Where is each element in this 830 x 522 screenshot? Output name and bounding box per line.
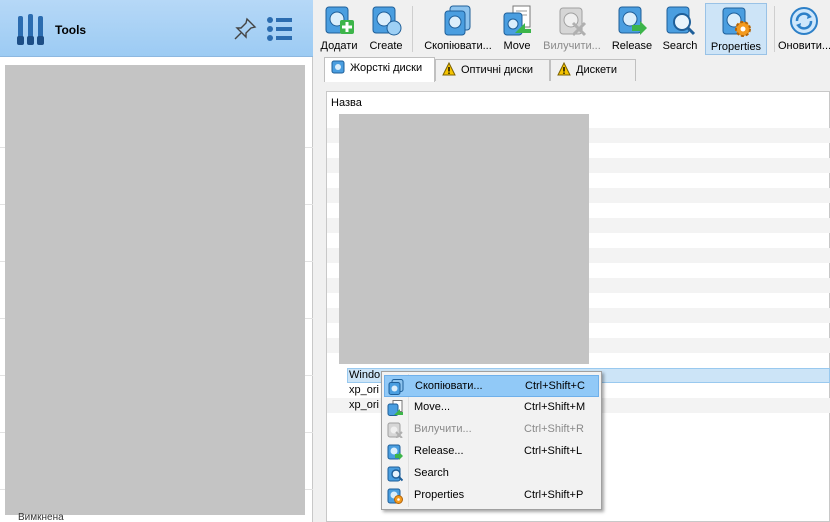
app-window: Tools Вимкнена Додати Create Скопіювати.… [0,0,830,522]
search-button[interactable]: Search [660,3,700,55]
release-button-label: Release [611,40,653,52]
remove-disk-icon [559,7,587,37]
tab-floppy-disks[interactable]: Дискети [550,59,636,81]
add-button[interactable]: Додати [317,3,361,55]
hard-disk-icon [331,60,345,74]
properties-disk-icon [722,7,751,37]
tools-header[interactable]: Tools [0,0,313,57]
move-disk-icon [387,400,403,416]
add-disk-icon [325,6,354,34]
tools-title: Tools [55,23,87,37]
context-menu: Скопіювати... Ctrl+Shift+C Move... Ctrl+… [381,371,602,510]
properties-button[interactable]: Properties [705,3,767,55]
menu-item-label: Скопіювати... [415,380,483,392]
redacted-area [339,114,589,364]
tab-hard-disks-label: Жорсткі диски [350,62,423,74]
table-row-name: Windo [349,369,381,381]
release-disk-icon [618,6,647,35]
properties-button-label: Properties [710,41,762,53]
menu-item-shortcut: Ctrl+Shift+R [524,423,584,435]
refresh-button-label: Оновити... [778,40,830,52]
refresh-button[interactable]: Оновити... [778,3,830,55]
toolbar-separator [774,6,775,52]
menu-item-label: Move... [414,401,451,413]
menu-item-remove[interactable]: Вилучити... Ctrl+Shift+R [384,419,599,441]
toolbar-separator [412,6,413,52]
tab-optical-disks-label: Оптичні диски [461,64,534,76]
copy-button[interactable]: Скопіювати... [419,3,497,55]
tab-hard-disks[interactable]: Жорсткі диски [324,57,435,82]
copy-disk-icon [444,5,471,36]
move-button-label: Move [503,40,531,52]
copy-button-label: Скопіювати... [424,40,492,52]
table-row-name: xp_ori [349,384,379,396]
remove-disk-icon [387,422,403,438]
menu-item-shortcut: Ctrl+Shift+P [524,489,584,501]
toolbar: Додати Create Скопіювати... Move Вилучит… [315,0,830,57]
warning-icon [442,62,456,76]
menu-item-shortcut: Ctrl+Shift+L [524,445,583,457]
menu-item-label: Release... [414,445,464,457]
menu-item-label: Properties [414,489,465,501]
tab-optical-disks[interactable]: Оптичні диски [435,59,550,81]
move-button[interactable]: Move [500,3,534,55]
remove-button[interactable]: Вилучити... [541,3,603,55]
menu-item-release[interactable]: Release... Ctrl+Shift+L [384,441,599,463]
machine-state-text: Вимкнена [18,512,64,522]
release-button[interactable]: Release [610,3,654,55]
release-disk-icon [387,444,403,460]
redacted-area [5,65,305,515]
search-button-label: Search [662,40,698,52]
media-tabs: Жорсткі диски Оптичні диски Дискети [317,57,830,82]
search-disk-icon [387,466,403,482]
create-button[interactable]: Create [365,3,407,55]
move-disk-icon [503,5,531,36]
search-disk-icon [666,6,696,36]
table-row-name: xp_ori [349,399,379,411]
tab-floppy-disks-label: Дискети [576,64,617,76]
menu-item-label: Search [414,467,449,479]
refresh-icon [790,7,818,35]
warning-icon [557,62,571,76]
list-menu-icon[interactable] [266,16,294,42]
menu-item-properties[interactable]: Properties Ctrl+Shift+P [384,485,599,507]
pin-icon[interactable] [233,17,257,41]
copy-disk-icon [388,379,404,395]
column-header-name[interactable]: Назва [331,97,362,109]
tools-icon [17,14,44,45]
menu-item-shortcut: Ctrl+Shift+C [525,380,585,392]
menu-item-copy[interactable]: Скопіювати... Ctrl+Shift+C [384,375,599,397]
create-button-label: Create [369,40,403,52]
add-button-label: Додати [320,40,358,52]
menu-item-search[interactable]: Search [384,463,599,485]
menu-item-shortcut: Ctrl+Shift+M [524,401,586,413]
remove-button-label: Вилучити... [543,40,601,52]
left-panel: Tools Вимкнена [0,0,313,522]
create-disk-icon [372,6,402,36]
properties-disk-icon [387,488,403,504]
menu-item-move[interactable]: Move... Ctrl+Shift+M [384,397,599,419]
menu-item-label: Вилучити... [414,423,472,435]
